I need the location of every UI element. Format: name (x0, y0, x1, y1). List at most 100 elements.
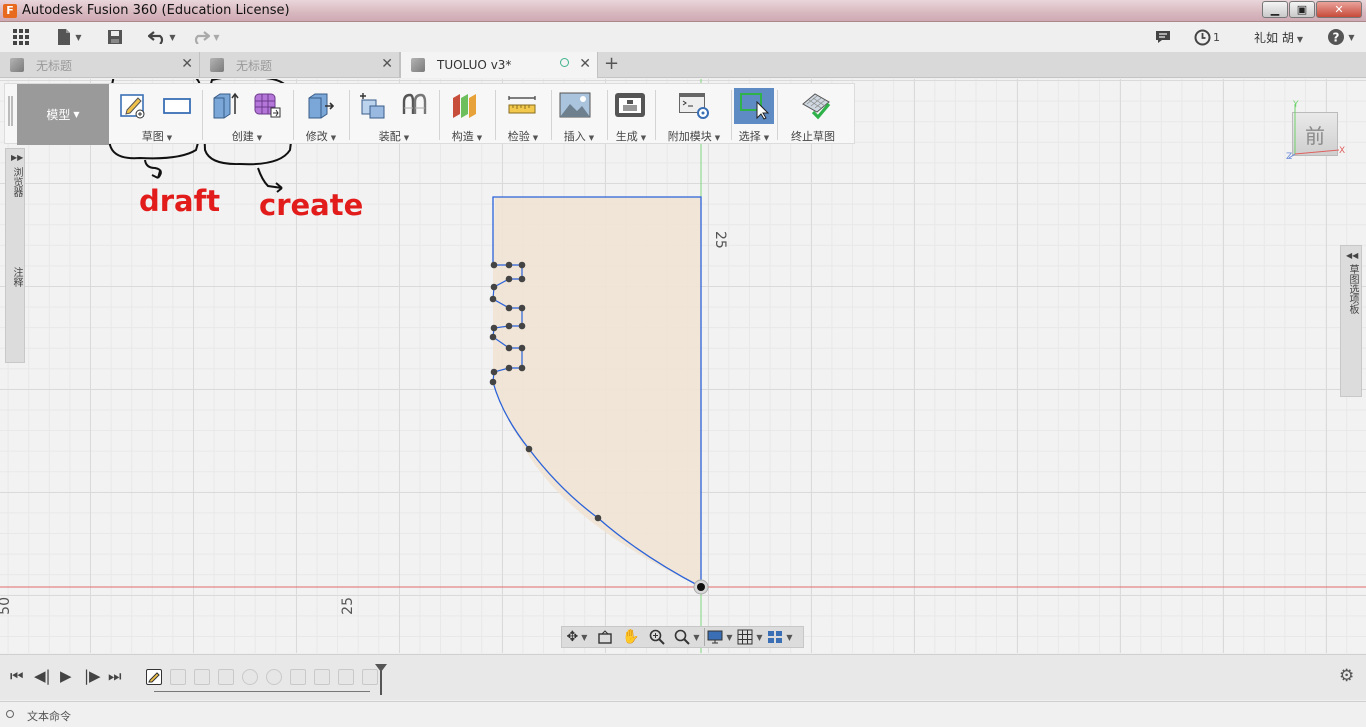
browser-label[interactable]: 浏览器 (9, 167, 24, 197)
notifications-icon[interactable] (1152, 22, 1174, 52)
select-group-label[interactable]: 选择 ▼ (733, 128, 775, 144)
maximize-button[interactable]: ▣ (1289, 1, 1315, 18)
addins-group-label[interactable]: 附加模块 ▼ (657, 128, 731, 144)
close-tab-icon[interactable]: ✕ (381, 56, 393, 72)
addins-group[interactable]: 附加模块 ▼ (657, 84, 731, 145)
viewports-icon[interactable]: ▼ (765, 627, 795, 647)
workspace-label: 模型 (46, 108, 71, 122)
new-component-icon[interactable] (356, 90, 386, 120)
create-group[interactable]: 创建 ▼ (204, 84, 290, 145)
close-tab-icon[interactable]: ✕ (579, 56, 591, 72)
form-icon[interactable] (252, 90, 282, 120)
stop-sketch-group[interactable]: 终止草图 (779, 84, 847, 145)
saved-status-icon (560, 58, 569, 67)
stop-sketch-label[interactable]: 终止草图 (779, 128, 847, 144)
rectangle-icon[interactable] (162, 90, 192, 120)
document-tab[interactable]: 无标题 ✕ (0, 52, 200, 78)
data-panel-icon[interactable] (8, 22, 34, 52)
create-group-label[interactable]: 创建 ▼ (204, 128, 290, 144)
assemble-group-label[interactable]: 装配 ▼ (351, 128, 437, 144)
timeline-feature[interactable] (194, 669, 210, 685)
inspect-group-label[interactable]: 检验 ▼ (497, 128, 549, 144)
help-icon[interactable]: ? ▼ (1324, 22, 1358, 52)
stop-sketch-icon[interactable] (801, 90, 831, 120)
assemble-group[interactable]: 装配 ▼ (351, 84, 437, 145)
modify-group-label[interactable]: 修改 ▼ (295, 128, 347, 144)
document-tab-active[interactable]: TUOLUO v3* ✕ (400, 52, 598, 78)
pan-icon[interactable]: ✋ (618, 627, 644, 647)
undo-icon[interactable]: ▼ (144, 22, 180, 52)
make-group[interactable]: 生成 ▼ (609, 84, 653, 145)
close-tab-icon[interactable]: ✕ (181, 56, 193, 72)
expand-browser-icon[interactable]: ▶▶ (11, 153, 23, 162)
save-icon[interactable] (104, 22, 126, 52)
toolbar-separator (655, 90, 656, 140)
timeline-last-icon[interactable]: ⏭ (108, 667, 122, 685)
joint-icon[interactable] (399, 90, 429, 120)
press-pull-icon[interactable] (305, 90, 335, 120)
dimension-label-horizontal: 25 (340, 597, 356, 615)
3d-print-icon[interactable] (613, 90, 647, 120)
close-button[interactable]: ✕ (1316, 1, 1362, 18)
workspace-switcher[interactable]: 模型 ▼ (17, 84, 109, 145)
comments-label[interactable]: 注释 (9, 267, 24, 287)
expand-palette-icon[interactable]: ◀◀ (1346, 251, 1358, 260)
insert-group[interactable]: 插入 ▼ (553, 84, 605, 145)
timeline-feature[interactable] (218, 669, 234, 685)
timeline-next-icon[interactable]: |▶ (84, 667, 101, 685)
look-at-icon[interactable] (592, 627, 618, 647)
timeline-previous-icon[interactable]: ◀| (34, 667, 51, 685)
timeline-feature[interactable] (242, 669, 258, 685)
measure-icon[interactable] (507, 90, 537, 120)
sketch-group[interactable]: 草图 ▼ (112, 84, 202, 145)
new-tab-button[interactable]: + (604, 53, 619, 74)
timeline-feature[interactable] (266, 669, 282, 685)
timeline-feature[interactable] (314, 669, 330, 685)
select-group[interactable]: 选择 ▼ (733, 84, 775, 145)
timeline-play-icon[interactable]: ▶ (60, 667, 72, 685)
file-icon[interactable]: ▼ (52, 22, 86, 52)
offset-plane-icon[interactable] (450, 90, 480, 120)
make-group-label[interactable]: 生成 ▼ (609, 128, 653, 144)
job-status-icon[interactable]: 1 (1192, 22, 1222, 52)
construct-group[interactable]: 构造 ▼ (441, 84, 493, 145)
sketch-palette-panel[interactable]: ◀◀ 草图选项板 (1340, 245, 1362, 397)
timeline-settings-gear-icon[interactable]: ⚙ (1339, 666, 1354, 686)
user-account-menu[interactable]: 礼如 胡 ▼ (1254, 29, 1303, 46)
browser-panel[interactable]: ▶▶ 浏览器 注释 (5, 148, 25, 363)
timeline-feature[interactable] (290, 669, 306, 685)
grid-settings-icon[interactable]: ▼ (735, 627, 765, 647)
create-sketch-icon[interactable] (118, 90, 148, 120)
tab-label: 无标题 (36, 58, 73, 73)
insert-group-label[interactable]: 插入 ▼ (553, 128, 605, 144)
redo-icon[interactable]: ▼ (188, 22, 224, 52)
modify-group[interactable]: 修改 ▼ (295, 84, 347, 145)
construct-group-label[interactable]: 构造 ▼ (441, 128, 493, 144)
inspect-group[interactable]: 检验 ▼ (497, 84, 549, 145)
text-command-bar[interactable]: 文本命令 (0, 701, 1366, 727)
orbit-icon[interactable]: ✥ ▼ (562, 627, 592, 647)
toolbar-grip[interactable] (8, 96, 13, 126)
sketch-group-label[interactable]: 草图 ▼ (112, 128, 202, 144)
sketch-palette-label[interactable]: 草图选项板 (1345, 264, 1360, 314)
toolbar-separator (439, 90, 440, 140)
extrude-icon[interactable] (210, 90, 240, 120)
display-settings-icon[interactable]: ▼ (705, 627, 735, 647)
toolbar-separator (607, 90, 608, 140)
scripts-addins-icon[interactable] (677, 90, 711, 120)
timeline-feature[interactable] (338, 669, 354, 685)
minimize-button[interactable]: ▁ (1262, 1, 1288, 18)
select-icon[interactable] (739, 90, 769, 120)
toolbar: 模型 ▼ 草图 ▼ 创建 ▼ 修改 ▼ 装配 ▼ 构造 ▼ 检验 ▼ 插入 ▼ … (4, 83, 855, 145)
zoom-icon[interactable] (644, 627, 670, 647)
text-command-placeholder[interactable]: 文本命令 (27, 708, 71, 724)
design-canvas[interactable]: 25 25 50 (0, 79, 1366, 653)
sketch-drawing[interactable]: 25 25 50 (0, 79, 1366, 653)
timeline-first-icon[interactable]: ⏮ (10, 667, 24, 685)
timeline-sketch-feature[interactable] (146, 669, 162, 685)
timeline-feature[interactable] (170, 669, 186, 685)
fit-icon[interactable]: ▼ (670, 627, 704, 647)
document-tab[interactable]: 无标题 ✕ (200, 52, 400, 78)
timeline-marker[interactable] (374, 663, 388, 695)
insert-image-icon[interactable] (558, 90, 592, 120)
